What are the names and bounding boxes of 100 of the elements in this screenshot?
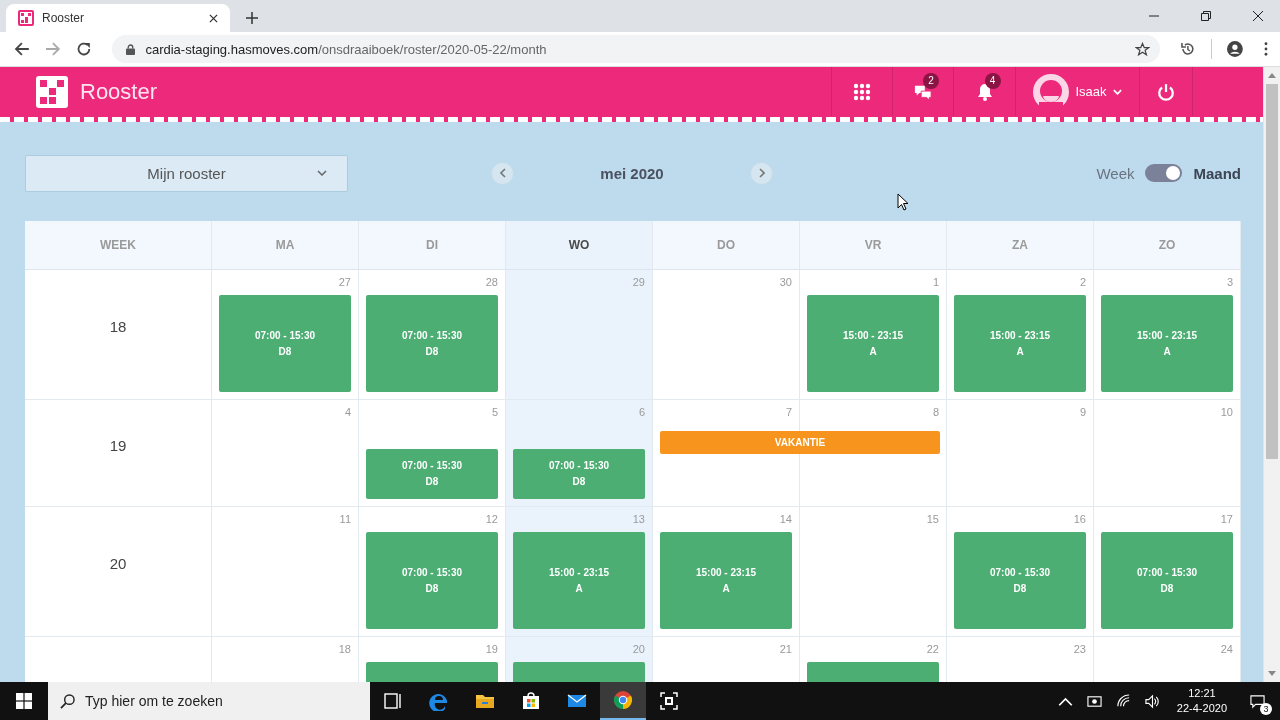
day-number: 13 bbox=[632, 512, 645, 527]
restore-icon[interactable] bbox=[1201, 11, 1211, 21]
chevron-right-icon bbox=[758, 168, 765, 178]
lock-icon bbox=[126, 43, 136, 55]
tab-title: Rooster bbox=[42, 11, 86, 25]
shift-block[interactable]: 07:00 - 15:30 D8 bbox=[1101, 532, 1233, 629]
shift-code: D8 bbox=[1160, 581, 1174, 596]
volume-icon[interactable] bbox=[1144, 693, 1160, 709]
shift-time: 07:00 - 15:30 bbox=[548, 459, 609, 473]
day-number: 4 bbox=[344, 405, 351, 420]
profile-icon[interactable] bbox=[1227, 41, 1244, 57]
day-cell[interactable]: 20 bbox=[506, 637, 653, 682]
day-cell[interactable]: 13 15:00 - 23:15 A bbox=[506, 507, 653, 636]
day-cell[interactable]: 6 07:00 - 15:30 D8 bbox=[506, 400, 653, 506]
day-cell[interactable]: 3 15:00 - 23:15 A bbox=[1094, 270, 1241, 399]
shift-block[interactable]: 07:00 - 15:30 D8 bbox=[219, 295, 351, 392]
day-cell[interactable]: 9 bbox=[947, 400, 1094, 506]
day-cell[interactable]: 11 bbox=[212, 507, 359, 636]
day-number: 1 bbox=[932, 275, 939, 290]
scroll-up-icon[interactable] bbox=[1268, 73, 1276, 78]
day-number: 20 bbox=[632, 642, 645, 657]
day-number: 24 bbox=[1220, 642, 1233, 657]
clock[interactable]: 12:21 22-4-2020 bbox=[1176, 686, 1227, 716]
shift-block[interactable]: 07:00 - 15:30 D8 bbox=[366, 295, 498, 392]
view-switch[interactable] bbox=[1145, 164, 1183, 182]
user-menu[interactable]: Isaak bbox=[1015, 67, 1139, 116]
shift-block[interactable]: 07:00 - 15:30 D8 bbox=[513, 449, 645, 499]
history-icon[interactable] bbox=[1180, 41, 1197, 57]
shift-block[interactable]: 07:00 - 15:30 D8 bbox=[366, 449, 498, 499]
shift-block[interactable]: 15:00 - 23:15 A bbox=[513, 532, 645, 629]
shift-block[interactable]: 15:00 - 23:15 A bbox=[660, 532, 792, 629]
apps-grid-icon[interactable] bbox=[853, 82, 871, 101]
browser-e-icon bbox=[429, 691, 449, 711]
app-title: Rooster bbox=[80, 78, 158, 105]
close-window-icon[interactable] bbox=[1253, 11, 1263, 21]
day-cell[interactable]: 14 15:00 - 23:15 A bbox=[653, 507, 800, 636]
day-cell[interactable]: 1 15:00 - 23:15 A bbox=[800, 270, 947, 399]
shift-block[interactable]: 07:00 - 15:30 D8 bbox=[954, 532, 1086, 629]
shift-code: A bbox=[722, 581, 730, 596]
day-cell[interactable]: 5 07:00 - 15:30 D8 bbox=[359, 400, 506, 506]
search-icon bbox=[60, 694, 75, 709]
new-tab-icon[interactable] bbox=[246, 12, 258, 24]
shift-time: 15:00 - 23:15 bbox=[548, 565, 609, 580]
menu-icon[interactable] bbox=[1264, 42, 1268, 56]
taskbar-app[interactable] bbox=[600, 682, 646, 720]
day-cell[interactable]: 28 07:00 - 15:30 D8 bbox=[359, 270, 506, 399]
shift-code: D8 bbox=[572, 475, 586, 489]
shift-code: D8 bbox=[1013, 581, 1027, 596]
shift-block[interactable]: 15:00 - 23:15 A bbox=[807, 295, 939, 392]
mouse-cursor-icon bbox=[897, 193, 909, 211]
back-icon[interactable] bbox=[14, 41, 30, 57]
shopping-bag-icon bbox=[521, 691, 541, 711]
notifications-icon[interactable] bbox=[1250, 693, 1265, 709]
day-number: 28 bbox=[485, 275, 498, 290]
day-cell[interactable]: 29 bbox=[506, 270, 653, 399]
chevron-down-icon bbox=[1112, 88, 1122, 95]
schedule-dropdown[interactable]: Mijn rooster bbox=[25, 154, 348, 192]
reload-icon[interactable] bbox=[75, 41, 92, 57]
shift-block[interactable]: 07:00 - 15:30 D8 bbox=[366, 532, 498, 629]
scrollbar[interactable] bbox=[1263, 67, 1280, 682]
week-view-label[interactable]: Week bbox=[1096, 164, 1135, 182]
shift-block[interactable]: 15:00 - 23:15 A bbox=[954, 295, 1086, 392]
day-number: 29 bbox=[632, 275, 645, 290]
week-number: 18 bbox=[109, 318, 127, 335]
notification-badge: 4 bbox=[984, 72, 1001, 89]
taskbar-search-field[interactable]: Typ hier om te zoeken bbox=[48, 682, 370, 720]
day-number: 10 bbox=[1220, 405, 1233, 420]
day-cell[interactable]: 12 07:00 - 15:30 D8 bbox=[359, 507, 506, 636]
day-number: 22 bbox=[926, 642, 939, 657]
device-icon[interactable] bbox=[1086, 693, 1102, 709]
chevron-left-icon bbox=[499, 168, 506, 178]
day-number: 21 bbox=[779, 642, 792, 657]
notification-count: 3 bbox=[1260, 702, 1272, 715]
windows-start-icon[interactable] bbox=[16, 693, 32, 709]
browser-tab[interactable]: Rooster bbox=[6, 4, 230, 32]
close-tab-icon[interactable] bbox=[209, 13, 218, 23]
wifi-icon[interactable] bbox=[1115, 693, 1131, 709]
power-icon[interactable] bbox=[1157, 82, 1175, 101]
day-cell[interactable]: 17 07:00 - 15:30 D8 bbox=[1094, 507, 1241, 636]
day-number: 9 bbox=[1079, 405, 1086, 420]
shift-code: D8 bbox=[425, 581, 439, 596]
day-number: 12 bbox=[485, 512, 498, 527]
day-cell[interactable]: 15 bbox=[800, 507, 947, 636]
url-text: cardia-staging.hasmoves.com/onsdraaiboek/roster/2020-05-22/month bbox=[145, 41, 547, 57]
day-cell[interactable]: 30 bbox=[653, 270, 800, 399]
day-cell[interactable]: 10 bbox=[1094, 400, 1241, 506]
column-header: VR bbox=[800, 221, 947, 269]
month-view-label[interactable]: Maand bbox=[1193, 164, 1241, 182]
day-cell[interactable]: 16 07:00 - 15:30 D8 bbox=[947, 507, 1094, 636]
address-bar[interactable]: cardia-staging.hasmoves.com/onsdraaiboek/roster/2020-05-22/month bbox=[112, 35, 1161, 63]
shift-block[interactable]: 15:00 - 23:15 A bbox=[1101, 295, 1233, 392]
day-cell[interactable]: 27 07:00 - 15:30 D8 bbox=[212, 270, 359, 399]
star-icon[interactable] bbox=[1135, 41, 1151, 57]
day-cell[interactable]: 4 bbox=[212, 400, 359, 506]
shift-time: 15:00 - 23:15 bbox=[1136, 328, 1197, 343]
day-cell[interactable]: 2 15:00 - 23:15 A bbox=[947, 270, 1094, 399]
day-number: 16 bbox=[1073, 512, 1086, 527]
scroll-down-icon[interactable] bbox=[1268, 671, 1276, 676]
vacation-bar[interactable]: VAKANTIE bbox=[660, 431, 940, 454]
bell-icon[interactable] bbox=[975, 82, 994, 101]
